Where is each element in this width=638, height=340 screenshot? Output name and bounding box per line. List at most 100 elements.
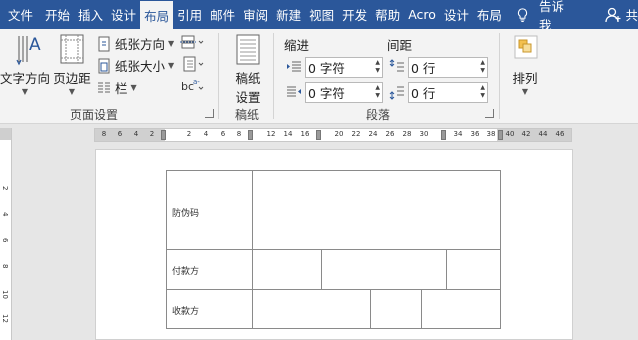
text-direction-button[interactable]: A 文字方向 ▼ [0, 32, 50, 96]
ruler-tick: 12 [266, 130, 276, 138]
lightbulb-icon [517, 7, 527, 22]
line-numbers-button[interactable] [180, 56, 209, 72]
vertical-ruler[interactable]: 2 4 6 8 10 12 [0, 128, 12, 340]
hyphenation-button[interactable]: bc a- [180, 78, 209, 94]
ruler-tick: 42 [521, 130, 531, 138]
column-marker[interactable] [441, 130, 446, 140]
columns-button[interactable]: 栏 ▼ [96, 78, 137, 97]
spin-arrows-icon[interactable]: ▲ ▼ [480, 84, 485, 100]
margins-label: 页边距 [53, 71, 91, 86]
tab-references[interactable]: 引用 [173, 0, 206, 29]
spacing-before-value: 0 行 [411, 61, 436, 76]
ribbon-layout: A 文字方向 ▼ 页边距 ▼ 纸张方向 ▼ 纸张大小 ▼ 栏 ▼ bc a- 页… [0, 29, 638, 124]
arrange-icon [514, 35, 538, 59]
indent-label: 缩进 [284, 38, 310, 53]
ruler-tick: 20 [334, 130, 344, 138]
spacing-after-input[interactable]: 0 行 ▲ ▼ [408, 82, 488, 103]
ruler-tick: 38 [486, 130, 496, 138]
ruler-tick: 36 [470, 130, 480, 138]
tab-new[interactable]: 新建 [272, 0, 305, 29]
columns-label: 栏 [115, 81, 128, 96]
tab-review[interactable]: 审阅 [239, 0, 272, 29]
tab-view[interactable]: 视图 [305, 0, 338, 29]
ruler-tick: 6 [117, 130, 123, 138]
tell-me-search[interactable]: 告诉我 [516, 0, 570, 33]
manuscript-label-line1: 稿纸 [235, 71, 261, 86]
table-cell[interactable] [370, 289, 422, 329]
manuscript-group-label: 稿纸 [235, 108, 260, 122]
ruler-tick: 4 [203, 130, 209, 138]
breaks-button[interactable] [180, 34, 209, 50]
ruler-tick: 8 [236, 130, 242, 138]
arrange-button[interactable]: 排列 ▼ [504, 32, 546, 96]
paragraph-group-label: 段落 [366, 108, 391, 122]
tab-help[interactable]: 帮助 [371, 0, 404, 29]
column-marker[interactable] [248, 130, 253, 140]
anti-counterfeit-code-label: 防伪码 [172, 209, 200, 219]
column-marker[interactable] [161, 130, 166, 140]
ruler-tick: 4 [133, 130, 139, 138]
vruler-tick: 8 [1, 264, 9, 269]
ribbon-tab-bar: 文件 开始 插入 设计 布局 引用 邮件 审阅 新建 视图 开发 帮助 Acro… [0, 0, 638, 33]
spacing-before-input[interactable]: 0 行 ▲ ▼ [408, 57, 488, 78]
svg-text:a-: a- [193, 78, 200, 86]
chevron-down-icon: ▼ [168, 61, 175, 70]
indent-left-input[interactable]: 0 字符 ▲ ▼ [305, 57, 383, 78]
tab-acrobat[interactable]: Acro [404, 0, 440, 29]
spin-arrows-icon[interactable]: ▲ ▼ [480, 59, 485, 75]
table-cell[interactable] [252, 170, 501, 250]
manuscript-settings-button[interactable]: 稿纸 设置 [226, 32, 270, 106]
spacing-label: 间距 [387, 38, 413, 53]
spacing-before-icon [389, 59, 404, 72]
indent-right-input[interactable]: 0 字符 ▲ ▼ [305, 82, 383, 103]
spin-arrows-icon[interactable]: ▲ ▼ [375, 59, 380, 75]
table-cell[interactable] [321, 249, 447, 290]
tab-file[interactable]: 文件 [0, 0, 41, 29]
ruler-tick: 40 [505, 130, 515, 138]
manuscript-label-line2: 设置 [235, 90, 261, 105]
tab-table-layout[interactable]: 布局 [473, 0, 506, 29]
table-cell[interactable] [421, 289, 501, 329]
tab-design[interactable]: 设计 [107, 0, 140, 29]
group-divider [499, 33, 500, 119]
page-setup-dialog-launcher[interactable] [205, 109, 214, 118]
tab-table-design[interactable]: 设计 [440, 0, 473, 29]
ruler-tick: 24 [368, 130, 378, 138]
tab-home[interactable]: 开始 [41, 0, 74, 29]
paragraph-dialog-launcher[interactable] [485, 109, 494, 118]
line-numbers-icon [183, 56, 204, 72]
column-marker[interactable] [316, 130, 321, 140]
orientation-button[interactable]: 纸张方向 ▼ [96, 34, 174, 53]
hyphenation-icon: bc a- [181, 78, 204, 93]
vruler-tick: 4 [1, 212, 9, 217]
ruler-tick: 26 [385, 130, 395, 138]
tab-developer[interactable]: 开发 [338, 0, 371, 29]
page-setup-group-label: 页面设置 [70, 108, 119, 122]
spacing-after-value: 0 行 [411, 86, 436, 101]
chevron-down-icon: ▼ [521, 87, 529, 96]
table-cell[interactable] [252, 249, 322, 290]
document-table[interactable]: 防伪码 付款方 收款方 [166, 170, 501, 329]
margins-icon [60, 34, 84, 64]
tab-layout[interactable]: 布局 [140, 0, 174, 29]
paper-size-icon [98, 58, 110, 73]
tab-insert[interactable]: 插入 [74, 0, 107, 29]
ruler-tick: 22 [351, 130, 361, 138]
group-divider [218, 33, 219, 119]
spacing-after-icon [389, 86, 404, 100]
table-cell[interactable] [446, 249, 501, 290]
tab-mailings[interactable]: 邮件 [206, 0, 239, 29]
margins-button[interactable]: 页边距 ▼ [52, 32, 92, 96]
text-direction-icon: A [16, 35, 41, 66]
spin-arrows-icon[interactable]: ▲ ▼ [375, 84, 380, 100]
share-button[interactable]: 共 [605, 0, 638, 29]
table-cell[interactable] [252, 289, 371, 329]
size-button[interactable]: 纸张大小 ▼ [96, 56, 174, 75]
column-marker[interactable] [498, 130, 503, 140]
chevron-down-icon: ▼ [168, 39, 175, 48]
ruler-tick: 28 [402, 130, 412, 138]
breaks-icon [180, 35, 204, 49]
vruler-tick: 10 [1, 290, 9, 299]
horizontal-ruler[interactable]: 8 6 4 2 2 4 6 8 12 14 16 20 22 24 26 28 … [94, 128, 572, 142]
chevron-down-icon: ▼ [130, 83, 137, 92]
